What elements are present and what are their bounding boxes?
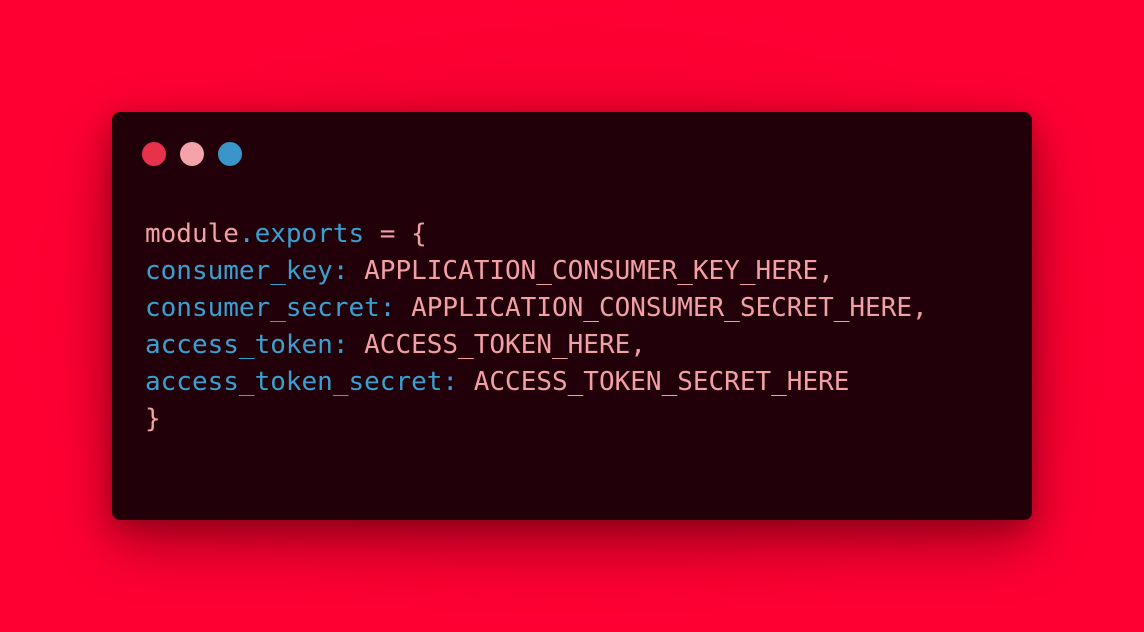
access-token-value: ACCESS_TOKEN_HERE, bbox=[348, 330, 646, 360]
code-line-4: access_token: ACCESS_TOKEN_HERE, bbox=[145, 327, 928, 364]
consumer-secret-key: consumer_secret: bbox=[145, 293, 396, 323]
code-line-3: consumer_secret: APPLICATION_CONSUMER_SE… bbox=[145, 290, 928, 327]
window-controls bbox=[142, 142, 242, 166]
consumer-secret-value: APPLICATION_CONSUMER_SECRET_HERE, bbox=[395, 293, 928, 323]
code-line-2: consumer_key: APPLICATION_CONSUMER_KEY_H… bbox=[145, 253, 928, 290]
assign-token: = { bbox=[364, 219, 427, 249]
access-token-secret-value: ACCESS_TOKEN_SECRET_HERE bbox=[458, 367, 850, 397]
exports-token: .exports bbox=[238, 219, 365, 249]
access-token-secret-key: access_token_secret: bbox=[145, 367, 459, 397]
access-token-key: access_token: bbox=[145, 330, 349, 360]
code-line-1: module.exports = { bbox=[145, 216, 928, 253]
background: module.exports = {consumer_key: APPLICAT… bbox=[0, 0, 1144, 632]
maximize-dot-icon[interactable] bbox=[218, 142, 242, 166]
minimize-dot-icon[interactable] bbox=[180, 142, 204, 166]
close-dot-icon[interactable] bbox=[142, 142, 166, 166]
code-line-6: } bbox=[145, 401, 928, 438]
code-line-5: access_token_secret: ACCESS_TOKEN_SECRET… bbox=[145, 364, 928, 401]
closing-brace: } bbox=[145, 404, 161, 434]
code-block: module.exports = {consumer_key: APPLICAT… bbox=[145, 216, 928, 438]
consumer-key-key: consumer_key: bbox=[145, 256, 349, 286]
consumer-key-value: APPLICATION_CONSUMER_KEY_HERE, bbox=[348, 256, 834, 286]
module-token: module bbox=[145, 219, 239, 249]
